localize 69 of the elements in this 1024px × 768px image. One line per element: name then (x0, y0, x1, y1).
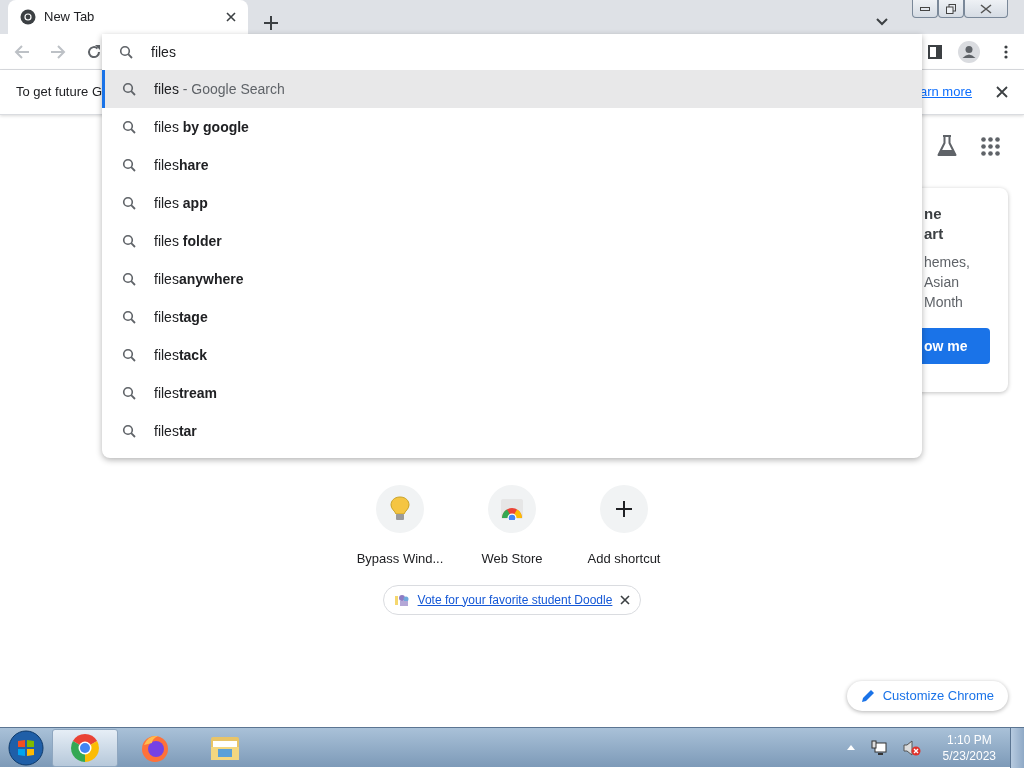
search-icon (122, 82, 136, 96)
search-icon (122, 234, 136, 248)
address-field[interactable]: files (151, 41, 751, 63)
clock-time: 1:10 PM (945, 731, 993, 748)
search-icon (122, 158, 136, 172)
promo-title: art (924, 224, 945, 244)
promo-text: Asian (924, 273, 961, 292)
minimize-icon (920, 6, 930, 11)
promo-text: Month (924, 293, 964, 312)
forward-arrow-icon (50, 43, 66, 60)
restore-button[interactable] (938, 0, 964, 18)
suggestion-item[interactable]: fileshare (102, 146, 922, 184)
chevron-down-icon[interactable] (876, 18, 888, 26)
taskbar-app-button[interactable] (52, 728, 118, 767)
browser-logo-icon (20, 9, 36, 25)
profile-avatar-icon[interactable] (958, 40, 980, 63)
shortcut-tile[interactable]: Web Store (456, 485, 568, 569)
infobar-text: To get future G (16, 83, 102, 102)
doodle-icon (393, 592, 410, 607)
new-tab-icon[interactable] (264, 16, 278, 30)
pencil-icon (860, 689, 875, 703)
light-bulb-icon (388, 496, 412, 522)
doodle-link[interactable]: Vote for your favorite student Doodle (417, 590, 613, 609)
close-icon (980, 3, 992, 14)
suggestion-item[interactable]: filesanywhere (102, 260, 922, 298)
back-arrow-icon (14, 43, 30, 60)
restore-icon (946, 3, 956, 14)
flask-icon[interactable] (937, 135, 957, 157)
search-icon (122, 348, 136, 362)
close-button[interactable] (964, 0, 1008, 18)
suggestion-item[interactable]: files - Google Search (102, 70, 922, 108)
shortcut-tile[interactable]: Bypass Wind... (344, 485, 456, 569)
customize-button[interactable]: Customize Chrome (846, 681, 1008, 711)
clock-date: 5/23/2023 (942, 747, 996, 764)
show-desktop-button[interactable] (1010, 727, 1024, 768)
suggestion-item[interactable]: files by google (102, 108, 922, 146)
minimize-button[interactable] (912, 0, 938, 18)
search-icon (122, 272, 136, 286)
browser-tab[interactable]: New Tab (8, 0, 248, 34)
search-icon (122, 196, 136, 210)
search-icon (122, 424, 136, 438)
suggestion-item[interactable]: filestream (102, 374, 922, 412)
search-icon (119, 45, 133, 59)
search-icon (122, 120, 136, 134)
menu-icon[interactable] (1004, 44, 1008, 59)
browser-logo-icon (70, 732, 100, 763)
apps-grid-icon[interactable] (981, 136, 1000, 156)
volume-muted-icon[interactable] (902, 739, 921, 756)
side-panel-icon[interactable] (928, 44, 942, 59)
promo-title: ne (924, 204, 943, 224)
close-icon[interactable] (996, 86, 1008, 98)
start-button-icon[interactable] (8, 729, 44, 766)
plus-icon (616, 501, 632, 517)
close-icon[interactable] (620, 594, 631, 605)
suggestion-item[interactable]: files folder (102, 222, 922, 260)
search-icon (122, 386, 136, 400)
reload-icon (86, 43, 102, 60)
promo-text: hemes, (924, 253, 971, 272)
network-icon[interactable] (870, 739, 887, 756)
close-icon[interactable] (226, 12, 236, 22)
tab-title: New Tab (44, 8, 96, 27)
suggestion-item[interactable]: files app (102, 184, 922, 222)
shortcut-tile[interactable]: Add shortcut (568, 485, 680, 569)
search-icon (122, 310, 136, 324)
shortcut-label: Bypass Wind... (356, 550, 444, 568)
store-logo-icon (499, 498, 525, 520)
shortcut-label: Add shortcut (587, 550, 661, 568)
shortcut-label: Web Store (481, 550, 543, 568)
suggestion-item[interactable]: filestar (102, 412, 922, 450)
